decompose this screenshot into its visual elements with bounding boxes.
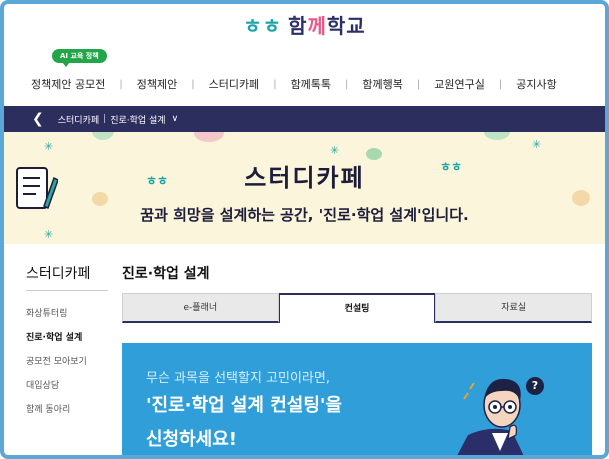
logo-text-2: 께 [307, 14, 327, 38]
hero-title: 스터디카페 [244, 164, 365, 192]
site-logo[interactable]: ㅎㅎ 함께학교 [4, 10, 605, 39]
decor-blob [194, 132, 224, 142]
sidebar-divider [26, 290, 108, 291]
logo-mark-icon: ㅎㅎ [243, 14, 283, 38]
decor-blob [484, 132, 510, 140]
star-icon: ✳ [44, 140, 54, 153]
nav-item-together-happy[interactable]: 함께행복 [359, 76, 405, 92]
nav-separator: | [498, 78, 503, 90]
breadcrumb: ❮ 스터디카페 | 진로·학업 설계 ∨ [4, 106, 605, 132]
banner-headline-1: '진로·학업 설계 컨설팅'을 [146, 395, 342, 416]
top-navigation: 정책제안 공모전 | 정책제안 | 스터디카페 | 함께톡톡 | 함께행복 | … [28, 72, 581, 96]
chevron-left-icon[interactable]: ❮ [32, 112, 44, 126]
nav-item-policy-proposal[interactable]: 정책제안 [134, 76, 180, 92]
tab-resources[interactable]: 자료실 [435, 293, 593, 323]
ai-policy-badge[interactable]: AI 교육 정책 [52, 49, 107, 67]
page-frame: ㅎㅎ 함께학교 AI 교육 정책 정책제안 공모전 | 정책제안 | 스터디카페 … [0, 0, 609, 459]
tab-e-planner[interactable]: e-플래너 [122, 293, 279, 323]
sidebar-title: 스터디카페 [26, 266, 91, 282]
nav-separator: | [191, 78, 195, 90]
breadcrumb-divider: | [103, 114, 107, 124]
sidebar-item-video-tutoring[interactable]: 화상튜터링 [26, 302, 116, 326]
star-icon: ✳ [330, 144, 340, 157]
chevron-down-icon[interactable]: ∨ [172, 114, 179, 124]
banner-lead-text: 무슨 과목을 선택할지 고민이라면, [146, 371, 330, 386]
breadcrumb-section[interactable]: 스터디카페 [58, 113, 99, 126]
nav-separator: | [273, 78, 277, 90]
logo-text-3: 학교 [326, 14, 366, 38]
star-icon: ✳ [44, 228, 54, 241]
consulting-banner[interactable]: 무슨 과목을 선택할지 고민이라면, '진로·학업 설계 컨설팅'을 신청하세요… [122, 343, 592, 455]
nav-item-teacher-lab[interactable]: 교원연구실 [431, 76, 488, 92]
tab-consulting[interactable]: 컨설팅 [278, 293, 436, 323]
hero-subtitle: 꿈과 희망을 설계하는 공간, '진로·학업 설계'입니다. [140, 206, 469, 224]
question-mark-icon: ? [526, 377, 544, 395]
sidebar-item-contest-collection[interactable]: 공모전 모아보기 [26, 350, 116, 374]
nav-separator: | [416, 78, 421, 90]
sidebar-item-club[interactable]: 함께 동아리 [26, 398, 116, 422]
breadcrumb-page: 진로·학업 설계 [110, 115, 166, 126]
star-icon: ✳ [532, 138, 542, 151]
hero-banner: ✳ ✳ ✳ ✳ ㅎㅎ ㅎㅎ 스터디카페 꿈과 희망을 설계하는 공간, '진로·… [4, 132, 605, 244]
decor-blob [92, 132, 114, 140]
sidebar-item-career-planning[interactable]: 진로·학업 설계 [26, 326, 116, 350]
nav-item-study-cafe[interactable]: 스터디카페 [206, 76, 263, 92]
sidebar-menu: 화상튜터링 진로·학업 설계 공모전 모아보기 대입상담 함께 동아리 [26, 302, 116, 422]
nav-item-policy-contest[interactable]: 정책제안 공모전 [28, 76, 108, 92]
sidebar-item-admission-counsel[interactable]: 대입상담 [26, 374, 116, 398]
nav-separator: | [119, 78, 123, 90]
logo-text-1: 함 [288, 14, 308, 38]
page-title: 진로·학업 설계 [122, 266, 210, 282]
banner-headline-2: 신청하세요! [146, 429, 238, 450]
nav-item-together-talk[interactable]: 함께톡톡 [288, 76, 334, 92]
nav-separator: | [345, 78, 349, 90]
nav-item-notice[interactable]: 공지사항 [513, 76, 559, 92]
tab-bar: e-플래너 컨설팅 자료실 [122, 293, 593, 323]
